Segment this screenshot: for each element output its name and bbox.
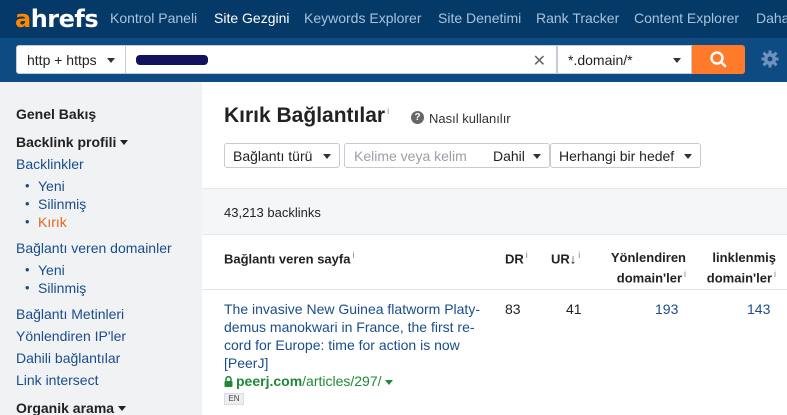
- nav-kontrol-paneli[interactable]: Kontrol Paneli: [110, 10, 197, 26]
- keyword-input[interactable]: [345, 144, 473, 167]
- dr-value: 83: [505, 301, 521, 317]
- nav-more[interactable]: Daha: [756, 10, 787, 26]
- include-select[interactable]: Dahil: [493, 148, 525, 164]
- top-navigation: ahrefs Kontrol Paneli Site Gezgini Keywo…: [0, 0, 787, 38]
- help-link[interactable]: Nasıl kullanılır: [429, 111, 511, 126]
- gear-icon[interactable]: [760, 49, 780, 69]
- keyword-filter: Dahil: [344, 143, 550, 168]
- column-header-label: domain'ler: [616, 270, 682, 286]
- link-type-filter[interactable]: Bağlantı türü: [224, 143, 340, 168]
- target-label: Herhangi bir hedef: [559, 147, 675, 164]
- chevron-down-icon: [118, 405, 127, 411]
- sidebar-item-referring-ips[interactable]: Yönlendiren IP'ler: [16, 328, 126, 344]
- column-header-referring-page[interactable]: Bağlantı veren sayfa i: [224, 250, 354, 266]
- page-title-text: Kırık Bağlantılar: [224, 104, 386, 127]
- column-header-label: UR: [551, 251, 570, 267]
- table-header-divider: [202, 289, 787, 290]
- chevron-down-icon: [684, 154, 692, 159]
- ur-value: 41: [566, 301, 582, 317]
- url-domain: peerj.com: [236, 373, 303, 389]
- search-icon: [710, 51, 727, 68]
- column-header-referring-domains[interactable]: Yönlendiren domain'ler i: [598, 250, 686, 286]
- info-icon[interactable]: i: [526, 250, 528, 260]
- search-button[interactable]: [692, 45, 745, 74]
- url-input[interactable]: ✕: [126, 45, 557, 74]
- title-line: demus manokwari in France, the first re-: [224, 319, 475, 335]
- nav-site-gezgini[interactable]: Site Gezgini: [214, 10, 289, 26]
- nav-site-denetimi[interactable]: Site Denetimi: [438, 10, 521, 26]
- chevron-down-icon: [673, 58, 681, 63]
- column-header-dr[interactable]: DR i: [505, 250, 528, 266]
- sidebar-backlink-profile-label: Backlink profili: [16, 134, 117, 150]
- column-header-label: DR: [505, 251, 524, 267]
- link-type-label: Bağlantı türü: [233, 147, 313, 164]
- sidebar-organic-search-label: Organik arama: [16, 400, 115, 415]
- sidebar-item-ref-domains-lost[interactable]: Silinmiş: [25, 280, 86, 296]
- title-line: cord for Europe: time for action is now: [224, 337, 460, 353]
- column-header-label: domain'ler: [706, 270, 772, 286]
- page-title: Kırık Bağlantılar i: [224, 104, 389, 128]
- info-icon[interactable]: i: [578, 250, 580, 260]
- linked-domains-value[interactable]: 143: [747, 301, 770, 317]
- lock-icon: [224, 376, 233, 387]
- referring-page-title-link[interactable]: The invasive New Guinea flatworm Platy- …: [224, 300, 486, 372]
- nav-content-explorer[interactable]: Content Explorer: [634, 10, 739, 26]
- sidebar-item-backlinks[interactable]: Backlinkler: [16, 156, 84, 172]
- ahrefs-logo[interactable]: ahrefs: [15, 5, 99, 33]
- column-header-label: Yönlendiren: [610, 250, 686, 265]
- column-header-label: Bağlantı veren sayfa: [224, 251, 351, 267]
- sidebar-item-internal-links[interactable]: Dahili bağlantılar: [16, 350, 120, 366]
- backlink-count: 43,213 backlinks: [224, 205, 321, 220]
- sidebar-organic-search[interactable]: Organik arama: [16, 400, 127, 415]
- sidebar-item-link-intersect[interactable]: Link intersect: [16, 372, 98, 388]
- sidebar-item-backlinks-broken[interactable]: Kırık: [25, 214, 67, 230]
- protocol-value: http + https: [27, 51, 97, 68]
- sort-desc-icon: ↓: [569, 251, 577, 267]
- sidebar-item-backlinks-lost[interactable]: Silinmiş: [25, 196, 86, 212]
- chevron-down-icon: [107, 58, 115, 63]
- sidebar-overview[interactable]: Genel Bakış: [16, 106, 96, 122]
- url-path: /articles/297/: [302, 373, 382, 389]
- nav-keywords-explorer[interactable]: Keywords Explorer: [304, 10, 422, 26]
- chevron-down-icon: [120, 139, 129, 145]
- column-header-linked-domains[interactable]: linklenmiş domain'ler i: [690, 250, 776, 286]
- chevron-down-icon: [533, 154, 541, 159]
- language-badge: EN: [224, 393, 244, 405]
- close-icon[interactable]: ✕: [533, 51, 546, 71]
- chevron-down-icon[interactable]: [384, 379, 393, 385]
- sidebar-backlink-profile[interactable]: Backlink profili: [16, 134, 129, 150]
- mode-value: *.domain/*: [568, 51, 633, 68]
- chevron-down-icon: [323, 154, 331, 159]
- sidebar-item-ref-domains[interactable]: Bağlantı veren domainler: [16, 240, 172, 256]
- referring-domains-value[interactable]: 193: [655, 301, 678, 317]
- info-icon[interactable]: i: [684, 269, 686, 279]
- info-icon[interactable]: i: [774, 269, 776, 279]
- sidebar-item-anchors[interactable]: Bağlantı Metinleri: [16, 306, 124, 322]
- target-filter[interactable]: Herhangi bir hedef: [550, 143, 701, 168]
- info-icon[interactable]: i: [387, 106, 389, 116]
- column-header-ur[interactable]: UR↓ i: [551, 250, 580, 266]
- sidebar-item-backlinks-new[interactable]: Yeni: [25, 178, 65, 194]
- protocol-select[interactable]: http + https: [16, 45, 126, 74]
- title-line: [PeerJ]: [224, 355, 269, 371]
- help-icon[interactable]: ?: [411, 111, 424, 124]
- title-line: The invasive New Guinea flatworm Platy-: [224, 301, 480, 317]
- info-icon[interactable]: i: [352, 250, 354, 260]
- referring-page-url[interactable]: peerj.com/articles/297/: [224, 373, 393, 389]
- column-header-label: linklenmiş: [712, 250, 776, 265]
- redacted-url: [136, 55, 208, 65]
- sidebar-item-ref-domains-new[interactable]: Yeni: [25, 262, 65, 278]
- nav-rank-tracker[interactable]: Rank Tracker: [536, 10, 619, 26]
- mode-select[interactable]: *.domain/*: [557, 45, 692, 74]
